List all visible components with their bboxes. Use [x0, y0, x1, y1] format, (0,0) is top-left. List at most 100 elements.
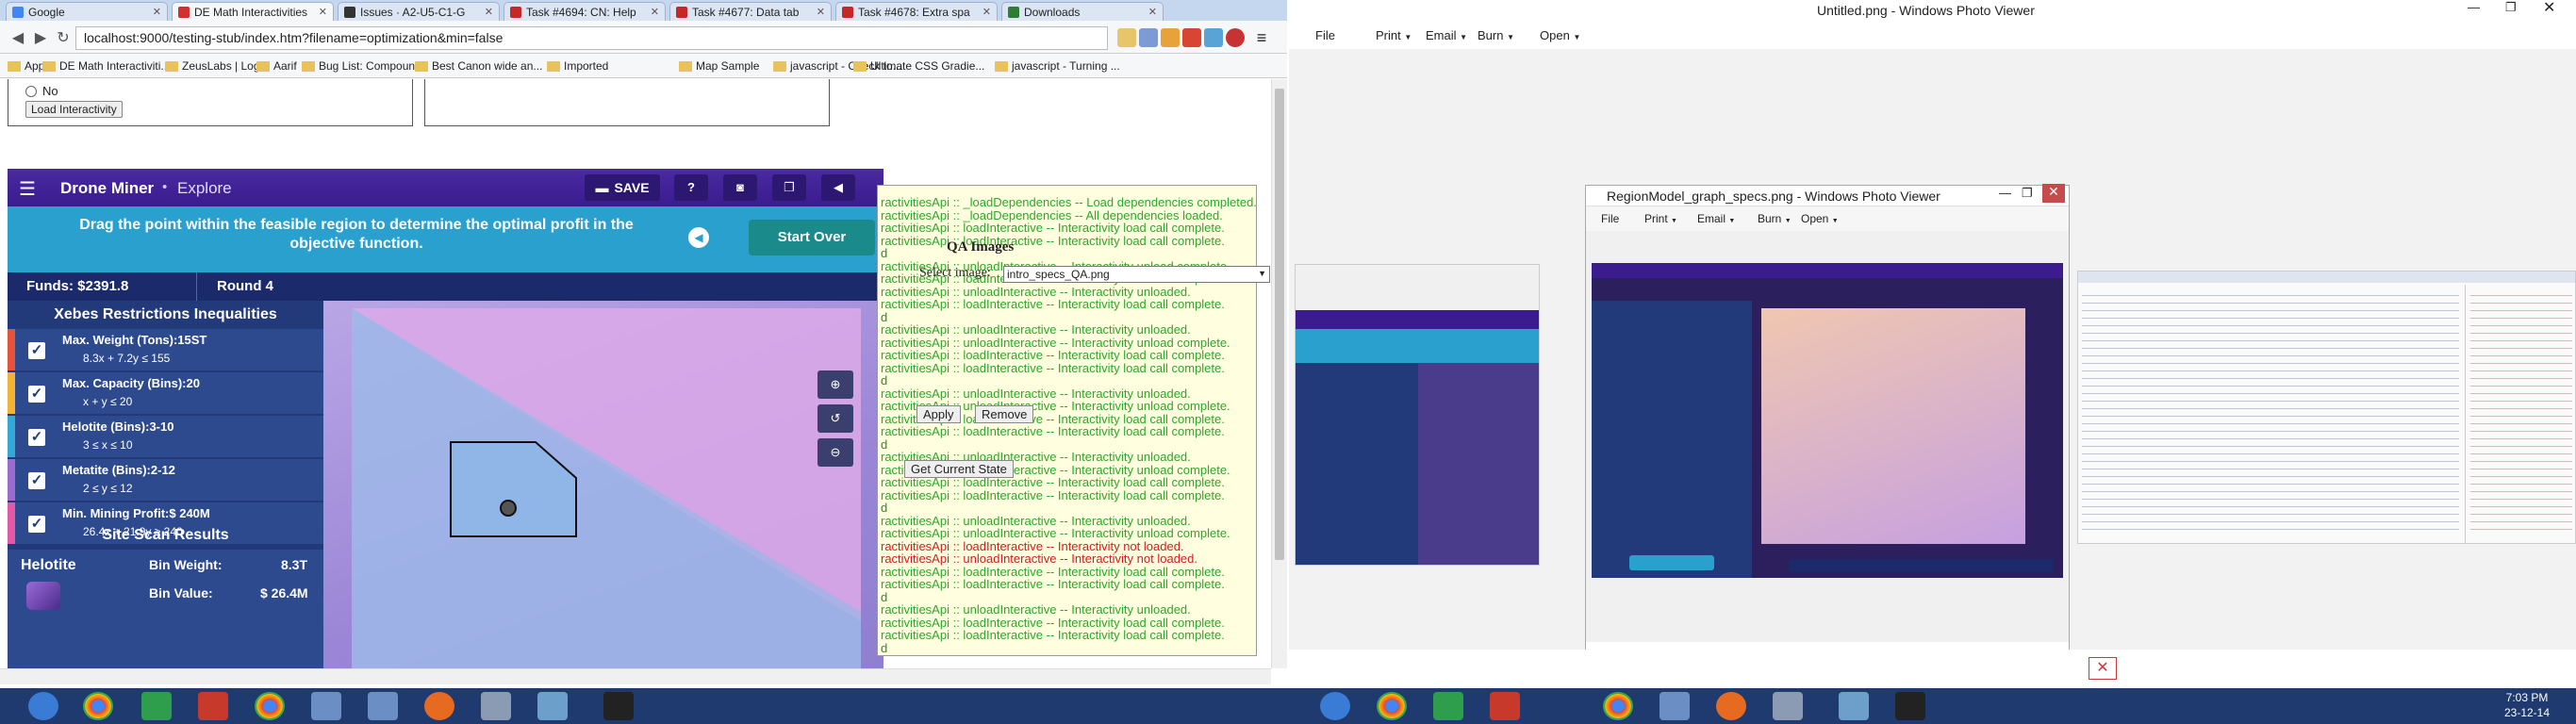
menu-print[interactable]: Print ▼: [1376, 28, 1412, 42]
forward-icon[interactable]: ▶: [30, 28, 51, 47]
bookmark-item[interactable]: ZeusLabs | Login: [165, 59, 269, 73]
app-icon[interactable]: [1490, 692, 1520, 720]
visual-studio-icon[interactable]: [141, 692, 172, 720]
abp-icon[interactable]: [1226, 28, 1245, 47]
tab-close-icon[interactable]: ✕: [817, 6, 825, 18]
bookmark-item[interactable]: Map Sample: [679, 59, 759, 73]
constraint-checkbox[interactable]: ✓: [28, 429, 45, 446]
tab-1[interactable]: DE Math Interactivities ✕: [172, 2, 334, 21]
firefox-icon[interactable]: [424, 692, 454, 720]
terminal-icon[interactable]: [603, 692, 634, 720]
minimize-icon[interactable]: —: [2468, 0, 2480, 14]
audio-icon[interactable]: ◀: [688, 227, 709, 248]
tab-4[interactable]: Task #4677: Data tab ✕: [669, 2, 832, 21]
sound-icon[interactable]: ◀: [821, 174, 855, 201]
load-interactivity-button[interactable]: Load Interactivity: [25, 101, 123, 118]
vertical-scrollbar[interactable]: [1271, 79, 1287, 668]
back-icon[interactable]: ◀: [8, 28, 28, 47]
close-icon[interactable]: ✕: [2543, 0, 2555, 17]
bookmark-item[interactable]: Aarif: [256, 59, 297, 73]
no-radio[interactable]: [25, 85, 37, 97]
tab-close-icon[interactable]: ✕: [651, 6, 659, 18]
bookmark-item[interactable]: Ultimate CSS Gradie...: [853, 59, 984, 73]
inner-restore-icon[interactable]: ❐: [2022, 186, 2033, 201]
tab-2[interactable]: Issues · A2-U5-C1-G ✕: [338, 2, 500, 21]
photo-viewer-icon[interactable]: [537, 692, 568, 720]
restore-icon[interactable]: ❐: [2505, 0, 2517, 15]
inner-menu-open[interactable]: Open ▼: [1801, 212, 1839, 225]
apply-button[interactable]: Apply: [916, 405, 961, 423]
folder-icon: ▬: [595, 180, 609, 195]
extension-icon[interactable]: [1204, 28, 1223, 47]
remove-button[interactable]: Remove: [975, 405, 1034, 423]
tab-3[interactable]: Task #4694: CN: Help ✕: [504, 2, 666, 21]
bookmark-item[interactable]: Imported: [547, 59, 608, 73]
bookmark-item[interactable]: Bug List: Compoun...: [302, 59, 424, 73]
delete-icon[interactable]: ✕: [2089, 657, 2117, 680]
photo-viewer-icon[interactable]: [1839, 692, 1869, 720]
tab-close-icon[interactable]: ✕: [983, 6, 991, 18]
app-icon[interactable]: [198, 692, 228, 720]
extension-icon[interactable]: [1117, 28, 1136, 47]
chrome-icon[interactable]: [83, 692, 113, 720]
camera-icon[interactable]: ◙: [723, 174, 757, 201]
zoom-in-icon[interactable]: ⊕: [817, 370, 853, 399]
save-button[interactable]: ▬ SAVE: [585, 174, 660, 201]
tab-close-icon[interactable]: ✕: [1148, 6, 1157, 18]
start-over-button[interactable]: Start Over: [749, 220, 875, 255]
window-icon[interactable]: ❐: [772, 174, 806, 201]
menu-burn[interactable]: Burn ▼: [1478, 28, 1514, 42]
bookmark-item[interactable]: DE Math Interactiviti...: [42, 59, 170, 73]
explorer-icon[interactable]: [311, 692, 341, 720]
tab-6[interactable]: Downloads ✕: [1001, 2, 1164, 21]
menu-icon[interactable]: ≡: [1252, 28, 1271, 47]
bookmark-item[interactable]: Best Canon wide an...: [415, 59, 542, 73]
constraint-checkbox[interactable]: ✓: [28, 472, 45, 489]
reload-icon[interactable]: ↻: [53, 28, 74, 47]
inner-menu-file[interactable]: File: [1601, 212, 1619, 225]
reset-icon[interactable]: ↺: [817, 404, 853, 433]
tab-close-icon[interactable]: ✕: [319, 6, 327, 18]
scroll-thumb[interactable]: [1275, 89, 1284, 560]
get-current-state-button[interactable]: Get Current State: [904, 460, 1014, 478]
inner-menu-print[interactable]: Print ▼: [1644, 212, 1677, 225]
address-bar[interactable]: localhost:9000/testing-stub/index.htm?fi…: [75, 26, 1108, 50]
inner-menu-email[interactable]: Email ▼: [1697, 212, 1735, 225]
extension-icon[interactable]: [1139, 28, 1158, 47]
hamburger-menu-icon[interactable]: ☰: [19, 177, 36, 201]
chrome-icon[interactable]: [1377, 692, 1407, 720]
chrome-icon[interactable]: [255, 692, 285, 720]
ie-icon[interactable]: [28, 692, 58, 720]
log-line: ractivitiesApi :: loadInteractive -- Int…: [881, 233, 1225, 248]
tool-icon[interactable]: [1773, 692, 1803, 720]
zoom-out-icon[interactable]: ⊖: [817, 438, 853, 467]
help-icon[interactable]: ?: [674, 174, 708, 201]
menu-open[interactable]: Open ▼: [1540, 28, 1580, 42]
image-select[interactable]: intro_specs_QA.png ▼: [1003, 266, 1270, 283]
tab-favicon-icon: [676, 6, 687, 18]
bookmark-item[interactable]: javascript - Turning ...: [995, 59, 1120, 73]
menu-file[interactable]: File: [1315, 28, 1335, 42]
horizontal-scrollbar[interactable]: [0, 668, 1271, 684]
menu-email[interactable]: Email ▼: [1426, 28, 1467, 42]
inner-minimize-icon[interactable]: —: [1999, 186, 2011, 200]
tab-5[interactable]: Task #4678: Extra spa ✕: [835, 2, 998, 21]
tab-0[interactable]: Google ✕: [6, 2, 168, 21]
extension-icon[interactable]: [1161, 28, 1180, 47]
explorer-icon[interactable]: [1660, 692, 1690, 720]
visual-studio-icon[interactable]: [1433, 692, 1463, 720]
tab-close-icon[interactable]: ✕: [153, 6, 161, 18]
inner-close-icon[interactable]: ✕: [2042, 184, 2065, 203]
ie-icon[interactable]: [1320, 692, 1350, 720]
tool-icon[interactable]: [481, 692, 511, 720]
draggable-point[interactable]: [500, 500, 517, 517]
chrome-icon[interactable]: [1603, 692, 1633, 720]
firefox-icon[interactable]: [1716, 692, 1746, 720]
tab-close-icon[interactable]: ✕: [485, 6, 493, 18]
terminal-icon[interactable]: [1895, 692, 1925, 720]
extension-icon[interactable]: [1182, 28, 1201, 47]
constraint-checkbox[interactable]: ✓: [28, 386, 45, 403]
inner-menu-burn[interactable]: Burn ▼: [1758, 212, 1792, 225]
constraint-checkbox[interactable]: ✓: [28, 342, 45, 359]
explorer-icon[interactable]: [368, 692, 398, 720]
